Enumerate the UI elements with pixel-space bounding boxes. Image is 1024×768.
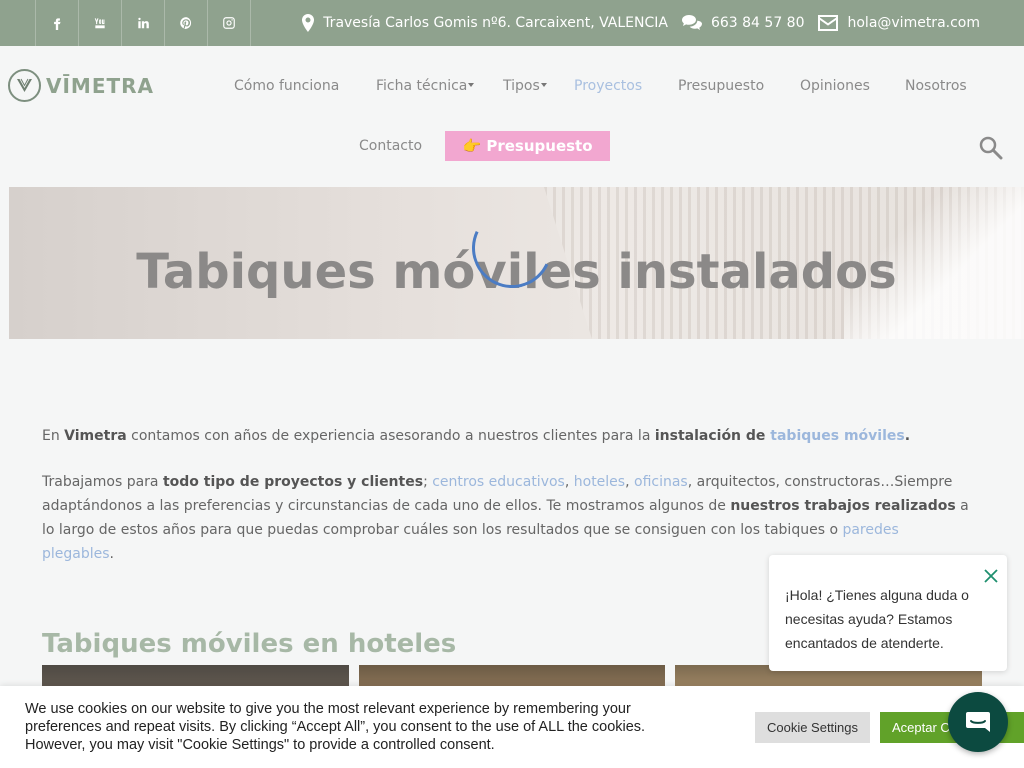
phone-text: 663 84 57 80 bbox=[710, 15, 805, 31]
address: Travesía Carlos Gomis nº6. Carcaixent, V… bbox=[302, 14, 668, 32]
nav-nosotros[interactable]: Nosotros bbox=[905, 78, 967, 94]
map-marker-icon bbox=[302, 14, 315, 32]
nav-ficha-tecnica[interactable]: Ficha técnica bbox=[376, 78, 475, 94]
search-icon[interactable] bbox=[979, 136, 1003, 164]
top-bar: Travesía Carlos Gomis nº6. Carcaixent, V… bbox=[0, 0, 1024, 46]
text: , bbox=[564, 474, 574, 490]
bold-text: nuestros trabajos realizados bbox=[730, 498, 956, 514]
section-title: Tabiques móviles en hoteles bbox=[42, 629, 457, 659]
centros-educativos-link[interactable]: centros educativos bbox=[432, 474, 565, 490]
logo-text: VĪMETRA bbox=[46, 73, 155, 98]
chevron-down-icon bbox=[540, 82, 547, 87]
logo-v-icon bbox=[17, 78, 32, 92]
intro-paragraph-2: Trabajamos para todo tipo de proyectos y… bbox=[42, 470, 972, 566]
youtube-icon bbox=[94, 18, 105, 29]
brand-name: Vimetra bbox=[64, 428, 127, 444]
text: . bbox=[904, 428, 911, 444]
nav-opiniones[interactable]: Opiniones bbox=[800, 78, 870, 94]
pinterest-link[interactable] bbox=[165, 0, 208, 46]
nav-proyectos[interactable]: Proyectos bbox=[574, 78, 642, 94]
social-links bbox=[35, 0, 251, 46]
chat-bubbles-icon bbox=[681, 15, 702, 30]
tabiques-moviles-link[interactable]: tabiques móviles bbox=[770, 428, 904, 444]
phone-link[interactable]: 663 84 57 80 bbox=[681, 15, 805, 31]
bold-text: todo tipo de proyectos y clientes bbox=[162, 474, 424, 490]
email-link[interactable]: hola@vimetra.com bbox=[818, 15, 980, 31]
text: Trabajamos para bbox=[42, 474, 163, 490]
hoteles-link[interactable]: hoteles bbox=[574, 474, 625, 490]
chat-launcher-button[interactable] bbox=[948, 692, 1008, 752]
facebook-icon bbox=[54, 18, 61, 30]
envelope-icon bbox=[818, 15, 839, 31]
cookie-text: We use cookies on our website to give yo… bbox=[25, 701, 646, 753]
cookie-banner: We use cookies on our website to give yo… bbox=[0, 686, 1024, 768]
nav-contacto[interactable]: Contacto bbox=[359, 138, 422, 154]
close-icon[interactable] bbox=[984, 568, 998, 587]
text: , bbox=[625, 474, 634, 490]
nav-tipos-label: Tipos bbox=[503, 78, 540, 94]
linkedin-link[interactable] bbox=[122, 0, 165, 46]
intro-paragraph-1: En Vimetra contamos con años de experien… bbox=[42, 424, 972, 448]
chat-popup: ¡Hola! ¿Tienes alguna duda o necesitas a… bbox=[769, 555, 1007, 671]
nav-presupuesto[interactable]: Presupuesto bbox=[678, 78, 764, 94]
nav-como-funciona[interactable]: Cómo funciona bbox=[234, 78, 339, 94]
logo[interactable]: VĪMETRA bbox=[8, 69, 154, 102]
hero-banner: Tabiques móviles instalados bbox=[9, 187, 1024, 339]
text: . bbox=[109, 546, 114, 562]
pinterest-icon bbox=[180, 17, 192, 29]
presupuesto-cta-button[interactable]: 👉 Presupuesto bbox=[445, 131, 610, 161]
nav-ficha-tecnica-label: Ficha técnica bbox=[376, 78, 468, 94]
instagram-link[interactable] bbox=[208, 0, 251, 46]
contact-info: Travesía Carlos Gomis nº6. Carcaixent, V… bbox=[288, 0, 980, 46]
text: ; bbox=[423, 474, 433, 490]
text: En bbox=[42, 428, 65, 444]
youtube-link[interactable] bbox=[79, 0, 122, 46]
logo-mark bbox=[8, 69, 41, 102]
chevron-down-icon bbox=[468, 82, 475, 87]
email-text: hola@vimetra.com bbox=[847, 15, 980, 31]
chat-message: ¡Hola! ¿Tienes alguna duda o necesitas a… bbox=[785, 587, 969, 651]
oficinas-link[interactable]: oficinas bbox=[634, 474, 688, 490]
cookie-settings-button[interactable]: Cookie Settings bbox=[755, 712, 870, 743]
bold-text: instalación de bbox=[654, 428, 771, 444]
nav-tipos[interactable]: Tipos bbox=[503, 78, 547, 94]
facebook-link[interactable] bbox=[36, 0, 79, 46]
linkedin-icon bbox=[138, 17, 149, 29]
instagram-icon bbox=[223, 17, 235, 29]
address-text: Travesía Carlos Gomis nº6. Carcaixent, V… bbox=[323, 15, 668, 31]
text: contamos con años de experiencia asesora… bbox=[126, 428, 655, 444]
chat-icon bbox=[966, 712, 990, 732]
